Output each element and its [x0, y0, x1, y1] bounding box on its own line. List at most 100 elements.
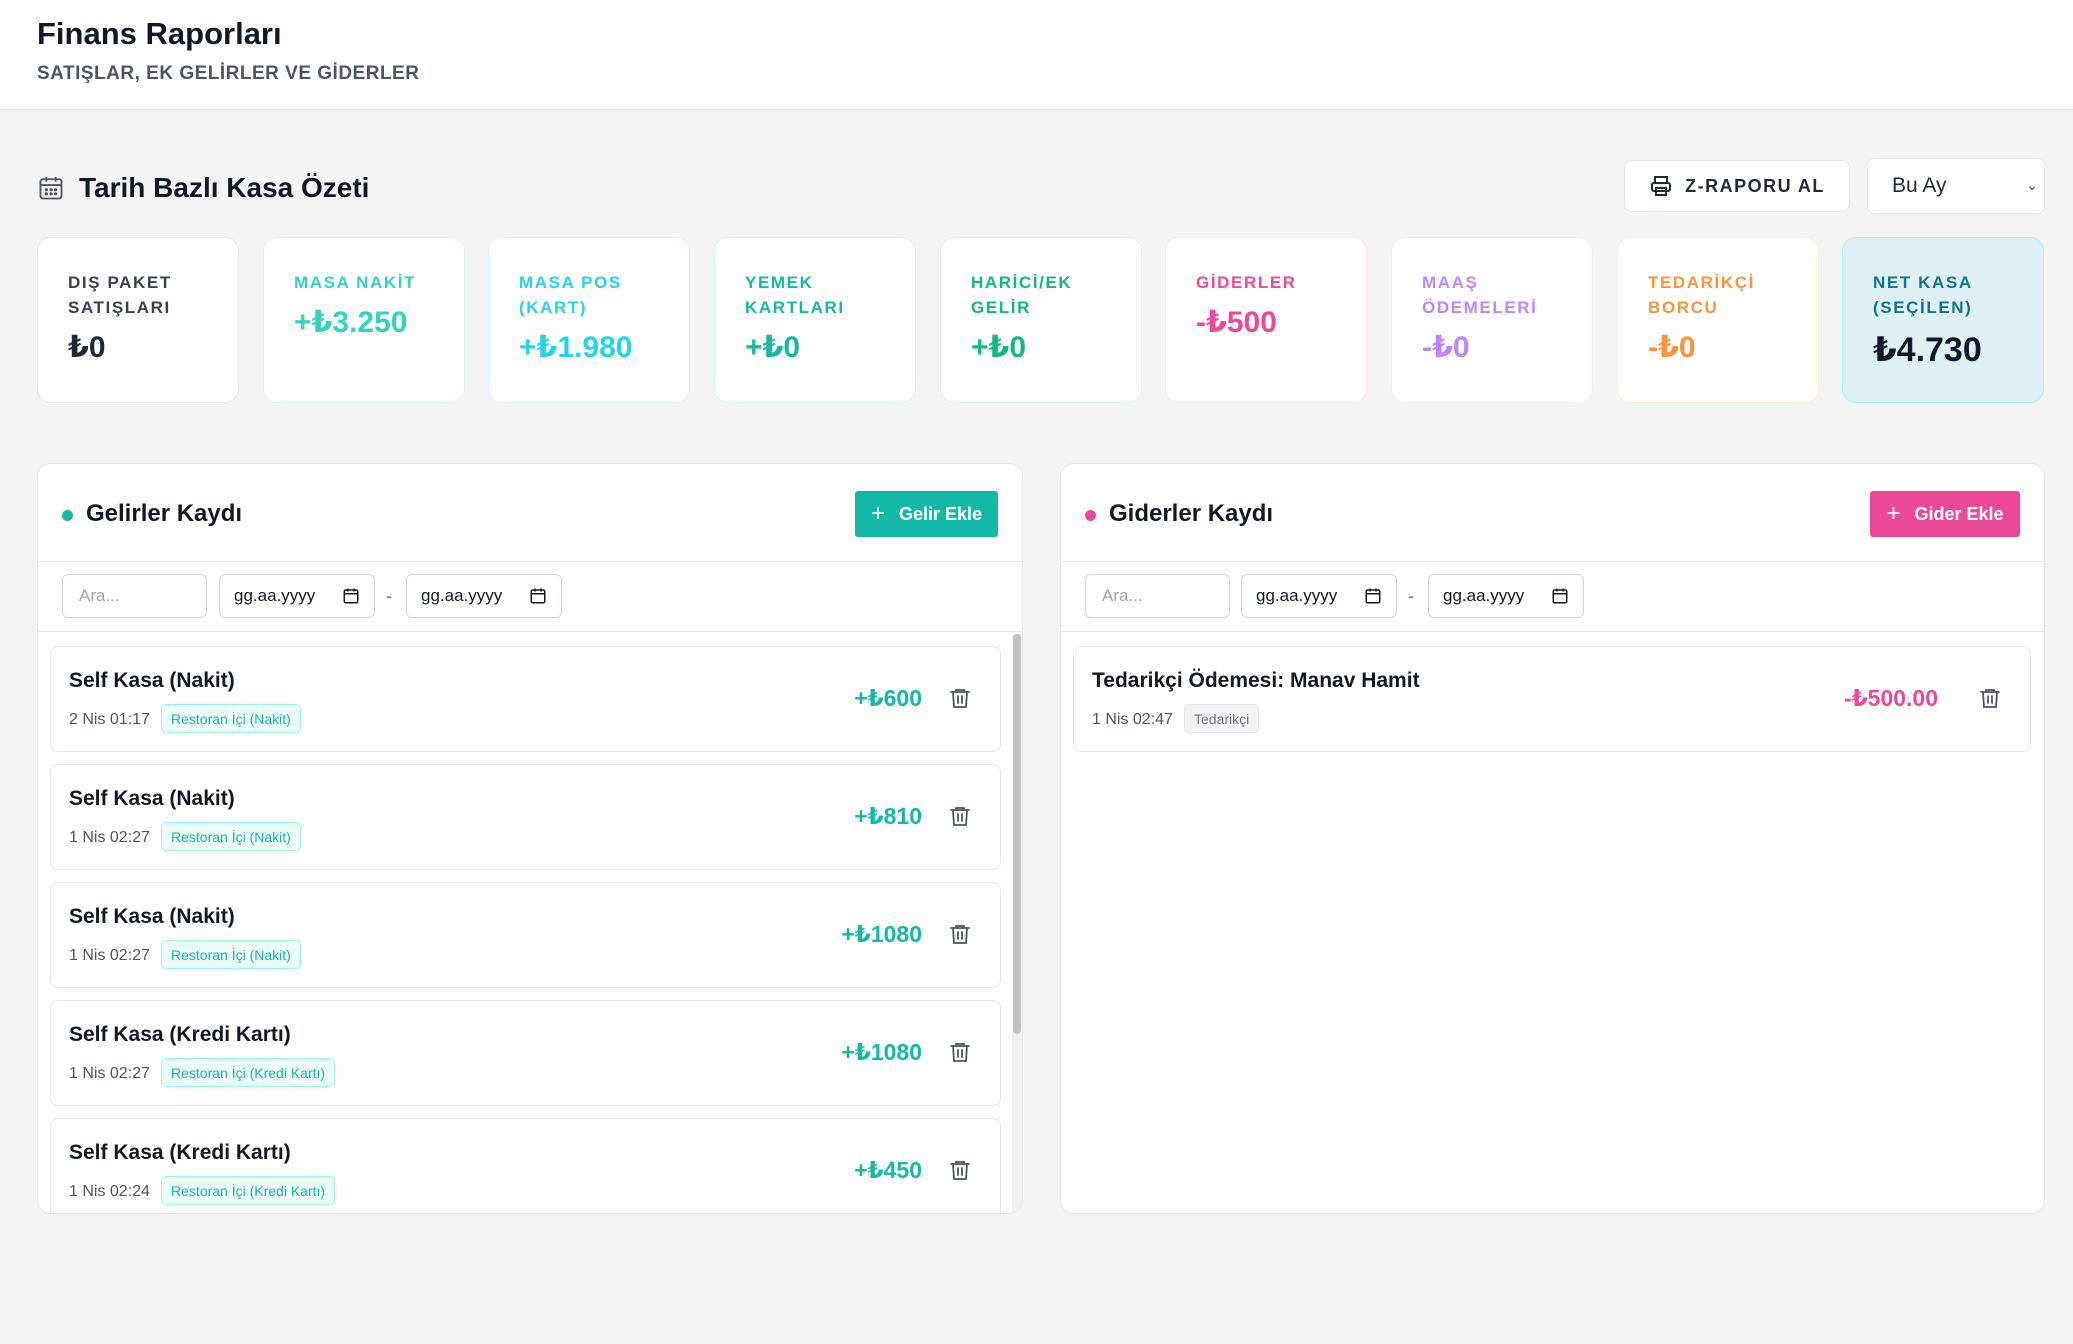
list-item-time: 1 Nis 02:27	[69, 947, 150, 964]
list-item-time: 2 Nis 01:17	[69, 711, 150, 728]
card-masa-nakit: MASA NAKİT +₺3.250	[263, 237, 465, 403]
date-separator: -	[386, 586, 392, 606]
card-yemek-kartlari: YEMEK KARTLARI +₺0	[714, 237, 916, 403]
card-label: HARİCİ/EK GELİR	[971, 273, 1073, 317]
income-scroll-thumb[interactable]	[1013, 634, 1021, 1034]
income-date-to[interactable]: gg.aa.yyyy	[406, 574, 562, 618]
income-dot	[62, 510, 73, 521]
list-item-title: Self Kasa (Nakit)	[69, 787, 235, 810]
expense-panel: Giderler Kaydı + Gider Ekle gg.aa.yyyy -…	[1060, 463, 2045, 1214]
income-date-from[interactable]: gg.aa.yyyy	[219, 574, 375, 618]
list-item-title: Self Kasa (Nakit)	[69, 905, 235, 928]
delete-icon[interactable]	[948, 686, 972, 712]
summary-title: Tarih Bazlı Kasa Özeti	[79, 172, 370, 203]
add-income-label: Gelir Ekle	[898, 503, 983, 524]
page-header: Finans Raporları SATIŞLAR, EK GELİRLER V…	[0, 0, 2073, 110]
list-item-title: Tedarikçi Ödemesi: Manav Hamit	[1092, 669, 1420, 692]
delete-icon[interactable]	[948, 804, 972, 830]
card-label: DIŞ PAKET SATIŞLARI	[68, 273, 172, 317]
card-maas: MAAŞ ÖDEMELERİ -₺0	[1391, 237, 1593, 403]
income-filters: gg.aa.yyyy - gg.aa.yyyy	[38, 562, 1022, 632]
income-date-to-value: gg.aa.yyyy	[421, 586, 503, 605]
card-value: -₺0	[1648, 331, 1696, 364]
list-item[interactable]: Self Kasa (Nakit) 1 Nis 02:27 Restoran İçi…	[50, 882, 1001, 988]
card-value: +₺0	[971, 331, 1027, 364]
income-date-from-value: gg.aa.yyyy	[234, 586, 316, 605]
card-harici-gelir: HARİCİ/EK GELİR +₺0	[940, 237, 1142, 403]
expense-date-to[interactable]: gg.aa.yyyy	[1428, 574, 1584, 618]
add-expense-label: Gider Ekle	[1914, 503, 2004, 524]
list-item-amount: +₺600	[854, 685, 922, 711]
card-label: YEMEK KARTLARI	[745, 273, 845, 317]
page-title: Finans Raporları	[37, 16, 282, 51]
list-item[interactable]: Self Kasa (Kredi Kartı) 1 Nis 02:24 Restor…	[50, 1118, 1001, 1213]
list-item-time: 1 Nis 02:24	[69, 1183, 150, 1200]
calendar-icon	[1365, 588, 1381, 604]
date-separator: -	[1408, 586, 1414, 606]
list-item-title: Self Kasa (Kredi Kartı)	[69, 1141, 291, 1164]
list-item-title: Self Kasa (Kredi Kartı)	[69, 1023, 291, 1046]
card-giderler: GİDERLER -₺500	[1165, 237, 1367, 403]
delete-icon[interactable]	[948, 1158, 972, 1184]
list-item-amount: +₺810	[854, 803, 922, 829]
list-item-time: 1 Nis 02:27	[69, 829, 150, 846]
card-label: NET KASA (SEÇİLEN)	[1873, 273, 1973, 317]
list-item-time: 1 Nis 02:47	[1092, 711, 1173, 728]
period-select[interactable]: Bu Ay ⌄	[1867, 158, 2045, 214]
delete-icon[interactable]	[948, 1040, 972, 1066]
calendar-icon	[1552, 588, 1568, 604]
card-value: -₺500	[1196, 306, 1277, 339]
card-label: MASA NAKİT	[294, 273, 417, 292]
summary-heading: Tarih Bazlı Kasa Özeti	[37, 168, 369, 208]
expense-date-to-value: gg.aa.yyyy	[1443, 586, 1525, 605]
card-dis-paket: DIŞ PAKET SATIŞLARI ₺0	[37, 237, 239, 403]
calendar-icon	[343, 588, 359, 604]
card-label: MAAŞ ÖDEMELERİ	[1422, 273, 1538, 317]
category-badge: Restoran İçi (Kredi Kartı)	[161, 1058, 336, 1087]
plus-icon: +	[1886, 500, 1901, 527]
card-label: GİDERLER	[1196, 273, 1297, 292]
plus-icon: +	[870, 500, 885, 527]
list-item-amount: +₺1080	[841, 1039, 922, 1065]
add-expense-button[interactable]: + Gider Ekle	[1870, 491, 2020, 537]
category-badge: Restoran İçi (Nakit)	[161, 940, 301, 969]
list-item-time: 1 Nis 02:27	[69, 1065, 150, 1082]
card-value: +₺1.980	[519, 331, 633, 364]
expense-filters: gg.aa.yyyy - gg.aa.yyyy	[1061, 562, 2044, 632]
add-income-button[interactable]: + Gelir Ekle	[855, 491, 998, 537]
z-report-button[interactable]: Z-RAPORU AL	[1624, 160, 1850, 212]
delete-icon[interactable]	[1978, 686, 2002, 712]
list-item[interactable]: Self Kasa (Nakit) 2 Nis 01:17 Restoran İçi…	[50, 646, 1001, 752]
category-badge: Restoran İçi (Nakit)	[161, 704, 301, 733]
income-panel-header: Gelirler Kaydı + Gelir Ekle	[38, 464, 1022, 562]
delete-icon[interactable]	[948, 922, 972, 948]
expense-title: Giderler Kaydı	[1109, 500, 1274, 527]
category-badge: Restoran İçi (Kredi Kartı)	[161, 1176, 336, 1205]
card-label: MASA POS (KART)	[519, 273, 622, 317]
income-search-input[interactable]	[62, 574, 207, 618]
expense-search-input[interactable]	[1085, 574, 1230, 618]
list-item-amount: +₺1080	[841, 921, 922, 947]
list-item[interactable]: Self Kasa (Kredi Kartı) 1 Nis 02:27 Restor…	[50, 1000, 1001, 1106]
card-value: ₺0	[68, 331, 106, 364]
list-item-amount: -₺500.00	[1843, 685, 1938, 711]
card-value: -₺0	[1422, 331, 1470, 364]
list-item[interactable]: Tedarikçi Ödemesi: Manav Hamit 1 Nis 02:4…	[1073, 646, 2031, 752]
card-value: +₺0	[745, 331, 801, 364]
printer-icon	[1651, 176, 1672, 196]
income-scrollbar[interactable]	[1012, 634, 1022, 1213]
page-subtitle: SATIŞLAR, EK GELİRLER VE GİDERLER	[37, 63, 420, 84]
income-title: Gelirler Kaydı	[86, 500, 243, 527]
category-badge: Tedarikçi	[1184, 704, 1260, 733]
z-report-label: Z-RAPORU AL	[1685, 175, 1825, 196]
expense-date-from[interactable]: gg.aa.yyyy	[1241, 574, 1397, 618]
list-item[interactable]: Self Kasa (Nakit) 1 Nis 02:27 Restoran İçi…	[50, 764, 1001, 870]
calendar-icon	[530, 588, 546, 604]
chevron-down-icon: ⌄	[2026, 177, 2038, 193]
card-net-kasa: NET KASA (SEÇİLEN) ₺4.730	[1842, 237, 2044, 403]
period-select-value: Bu Ay	[1892, 174, 1947, 197]
income-panel: Gelirler Kaydı + Gelir Ekle gg.aa.yyyy -…	[37, 463, 1023, 1214]
card-tedarikci: TEDARİKÇİ BORCU -₺0	[1617, 237, 1819, 403]
expense-date-from-value: gg.aa.yyyy	[1256, 586, 1338, 605]
expense-panel-header: Giderler Kaydı + Gider Ekle	[1061, 464, 2044, 562]
